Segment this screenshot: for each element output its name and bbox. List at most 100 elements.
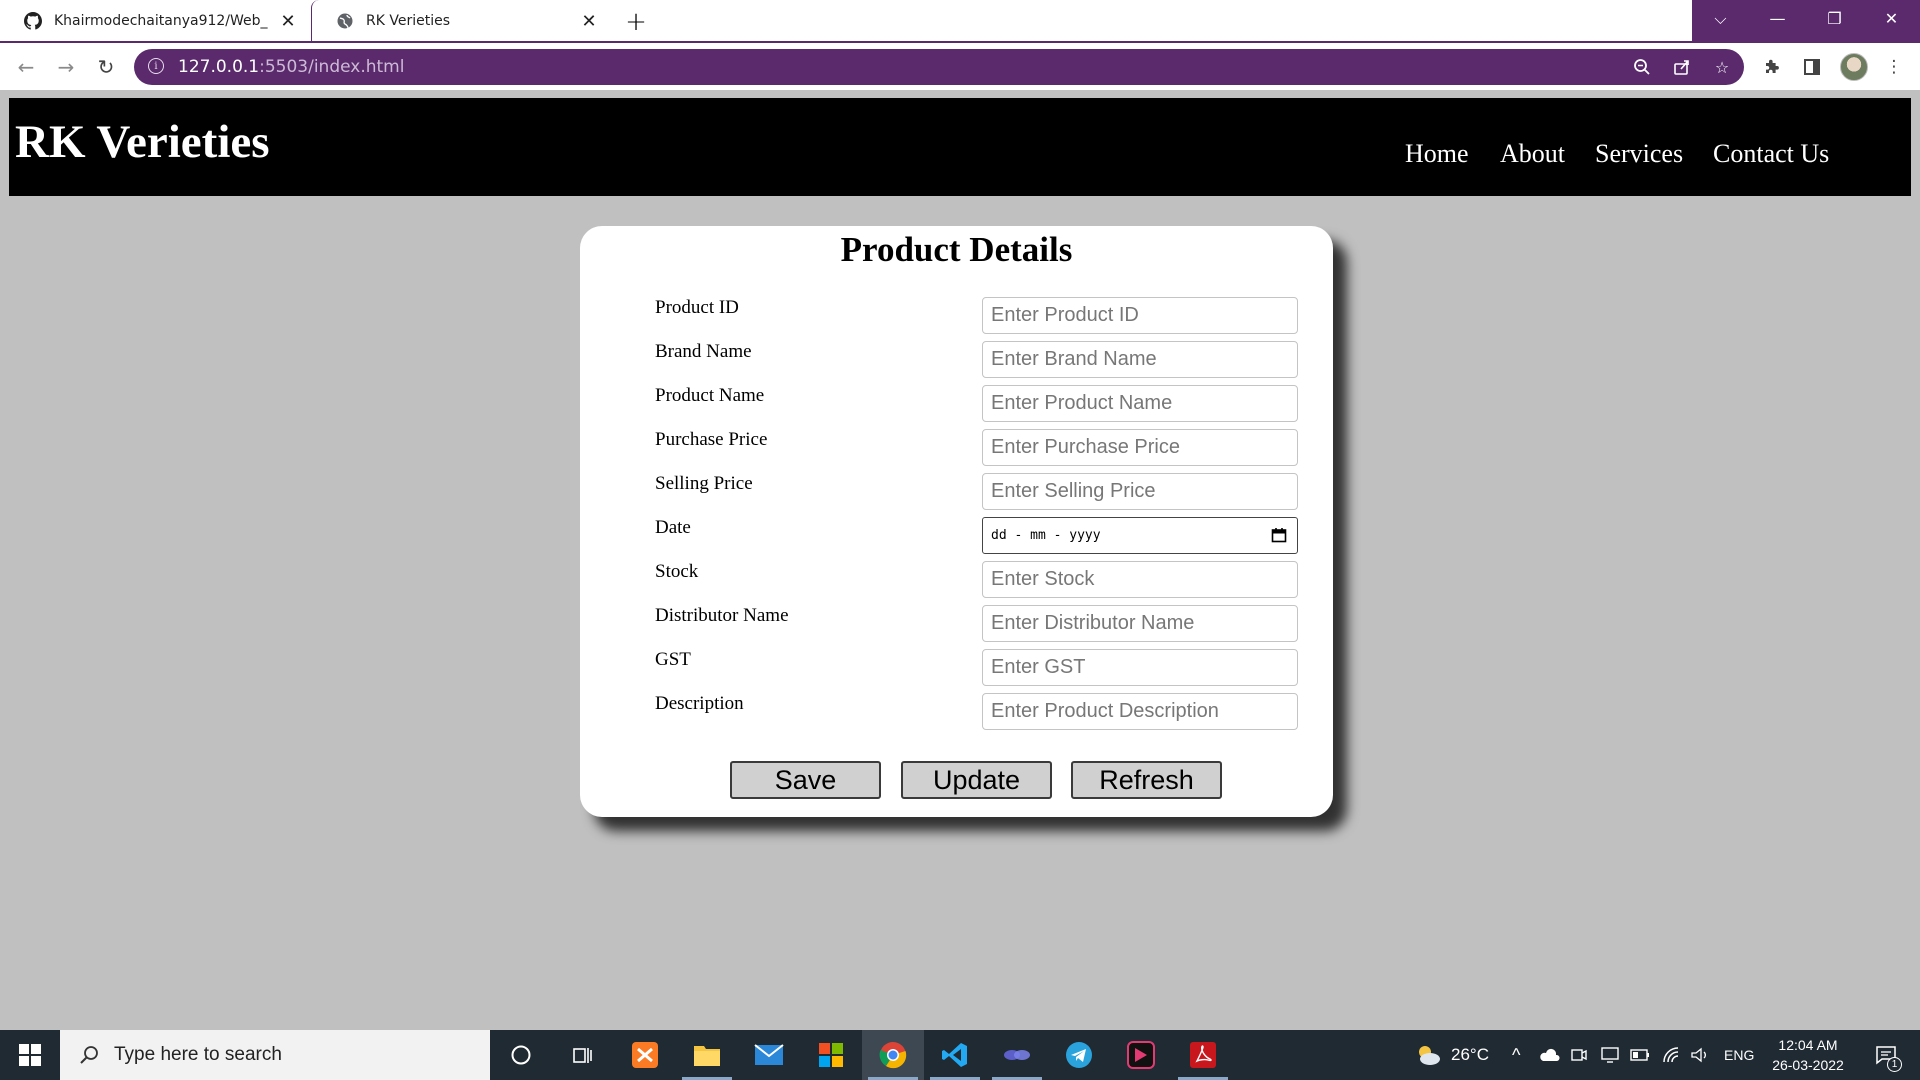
field-label: Brand Name xyxy=(655,341,752,362)
product-name-input[interactable] xyxy=(982,385,1298,422)
taskbar-search-box[interactable]: Type here to search xyxy=(60,1030,490,1080)
nav-home[interactable]: Home xyxy=(1405,139,1469,169)
bookmark-star-icon[interactable]: ☆ xyxy=(1710,55,1734,79)
field-row-distributor-name: Distributor Name xyxy=(580,605,1333,643)
clock-time: 12:04 AM xyxy=(1778,1037,1838,1053)
zoom-icon[interactable] xyxy=(1630,55,1654,79)
update-button[interactable]: Update xyxy=(901,761,1052,799)
clock-date: 26-03-2022 xyxy=(1772,1057,1844,1073)
show-hidden-icons-icon[interactable]: ^ xyxy=(1512,1030,1520,1080)
field-row-brand-name: Brand Name xyxy=(580,341,1333,379)
task-view-icon[interactable] xyxy=(552,1030,614,1080)
acrobat-icon[interactable] xyxy=(1172,1030,1234,1080)
nav-about[interactable]: About xyxy=(1500,139,1565,169)
calendar-icon[interactable] xyxy=(1271,527,1287,543)
weather-widget[interactable]: 26°C xyxy=(1413,1030,1489,1080)
url-path: :5503/index.html xyxy=(259,57,405,77)
clock[interactable]: 12:04 AM 26-03-2022 xyxy=(1766,1030,1850,1080)
gst-input[interactable] xyxy=(982,649,1298,686)
field-label: Purchase Price xyxy=(655,429,768,450)
field-label: Product ID xyxy=(655,297,739,318)
minimize-icon[interactable]: — xyxy=(1749,0,1806,37)
share-icon[interactable] xyxy=(1670,55,1694,79)
meet-now-icon[interactable] xyxy=(1570,1030,1588,1080)
window-close-icon[interactable]: ✕ xyxy=(1863,0,1920,37)
refresh-button[interactable]: Refresh xyxy=(1071,761,1222,799)
save-button[interactable]: Save xyxy=(730,761,881,799)
field-label: Selling Price xyxy=(655,473,753,494)
language-indicator[interactable]: ENG xyxy=(1724,1030,1754,1080)
field-label: Product Name xyxy=(655,385,765,406)
field-row-product-id: Product ID xyxy=(580,297,1333,335)
field-row-product-name: Product Name xyxy=(580,385,1333,423)
page-viewport: RK Verieties Home About Services Contact… xyxy=(0,90,1920,1030)
date-placeholder: dd - mm - yyyy xyxy=(991,528,1101,543)
weather-temperature: 26°C xyxy=(1451,1045,1489,1064)
restore-icon[interactable]: ❐ xyxy=(1806,0,1863,37)
onedrive-icon[interactable] xyxy=(1538,1030,1560,1080)
brand-name-input[interactable] xyxy=(982,341,1298,378)
tab-rk-verieties[interactable]: RK Verieties ✕ xyxy=(311,0,609,41)
windows-taskbar: Type here to search 26°C ^ ENG 12:04 AM … xyxy=(0,1030,1920,1080)
browser-toolbar: ← → ↻ i 127.0.0.1:5503/index.html ☆ ⋮ xyxy=(0,41,1920,90)
field-row-gst: GST xyxy=(580,649,1333,687)
notifications-icon[interactable]: 1 xyxy=(1868,1030,1904,1080)
reload-icon[interactable]: ↻ xyxy=(92,53,120,81)
field-row-selling-price: Selling Price xyxy=(580,473,1333,511)
product-id-input[interactable] xyxy=(982,297,1298,334)
site-info-icon[interactable]: i xyxy=(148,58,164,74)
battery-icon[interactable] xyxy=(1630,1030,1650,1080)
extensions-puzzle-icon[interactable] xyxy=(1760,55,1784,79)
xampp-icon[interactable] xyxy=(614,1030,676,1080)
field-label: Description xyxy=(655,693,744,714)
field-label: Date xyxy=(655,517,691,538)
telegram-icon[interactable] xyxy=(1048,1030,1110,1080)
tab-strip: Khairmodechaitanya912/Web_Fo ✕ RK Veriet… xyxy=(0,0,1920,41)
description-input[interactable] xyxy=(982,693,1298,730)
site-brand[interactable]: RK Verieties xyxy=(15,115,270,169)
stock-input[interactable] xyxy=(982,561,1298,598)
file-explorer-icon[interactable] xyxy=(676,1030,738,1080)
field-label: GST xyxy=(655,649,691,670)
teams-meeting-icon[interactable] xyxy=(986,1030,1048,1080)
wifi-icon[interactable] xyxy=(1662,1030,1682,1080)
volume-icon[interactable] xyxy=(1690,1030,1710,1080)
field-row-description: Description xyxy=(580,693,1333,731)
vscode-icon[interactable] xyxy=(924,1030,986,1080)
close-icon[interactable]: ✕ xyxy=(579,11,599,32)
field-row-date: Date dd - mm - yyyy xyxy=(580,517,1333,555)
tab-search-chevron-icon[interactable]: ⌵ xyxy=(1692,0,1749,37)
app-icon[interactable] xyxy=(1110,1030,1172,1080)
distributor-name-input[interactable] xyxy=(982,605,1298,642)
notification-count-badge: 1 xyxy=(1887,1057,1902,1072)
close-icon[interactable]: ✕ xyxy=(278,11,298,32)
field-row-stock: Stock xyxy=(580,561,1333,599)
chrome-icon[interactable] xyxy=(862,1030,924,1080)
windows-start-icon[interactable] xyxy=(0,1030,60,1080)
date-input[interactable]: dd - mm - yyyy xyxy=(982,517,1298,554)
display-icon[interactable] xyxy=(1600,1030,1620,1080)
microsoft-store-icon[interactable] xyxy=(800,1030,862,1080)
tab-title: RK Verieties xyxy=(366,12,451,29)
purchase-price-input[interactable] xyxy=(982,429,1298,466)
address-bar[interactable]: i 127.0.0.1:5503/index.html ☆ xyxy=(134,49,1744,85)
nav-contact-us[interactable]: Contact Us xyxy=(1713,139,1829,169)
search-icon xyxy=(74,1045,104,1065)
url-text[interactable]: 127.0.0.1:5503/index.html xyxy=(178,57,404,77)
back-arrow-icon[interactable]: ← xyxy=(12,53,40,81)
github-icon xyxy=(24,11,42,30)
profile-avatar[interactable] xyxy=(1840,53,1868,81)
mail-icon[interactable] xyxy=(738,1030,800,1080)
cortana-icon[interactable] xyxy=(490,1030,552,1080)
product-details-card: Product Details Product ID Brand Name Pr… xyxy=(580,226,1333,817)
site-navbar: RK Verieties Home About Services Contact… xyxy=(9,98,1911,196)
forward-arrow-icon[interactable]: → xyxy=(52,53,80,81)
nav-services[interactable]: Services xyxy=(1595,139,1683,169)
globe-icon xyxy=(336,12,354,30)
tab-github[interactable]: Khairmodechaitanya912/Web_Fo ✕ xyxy=(0,0,308,41)
new-tab-button[interactable]: + xyxy=(622,7,650,37)
kebab-menu-icon[interactable]: ⋮ xyxy=(1882,55,1906,79)
search-placeholder: Type here to search xyxy=(114,1044,282,1065)
selling-price-input[interactable] xyxy=(982,473,1298,510)
side-panel-icon[interactable] xyxy=(1800,55,1824,79)
